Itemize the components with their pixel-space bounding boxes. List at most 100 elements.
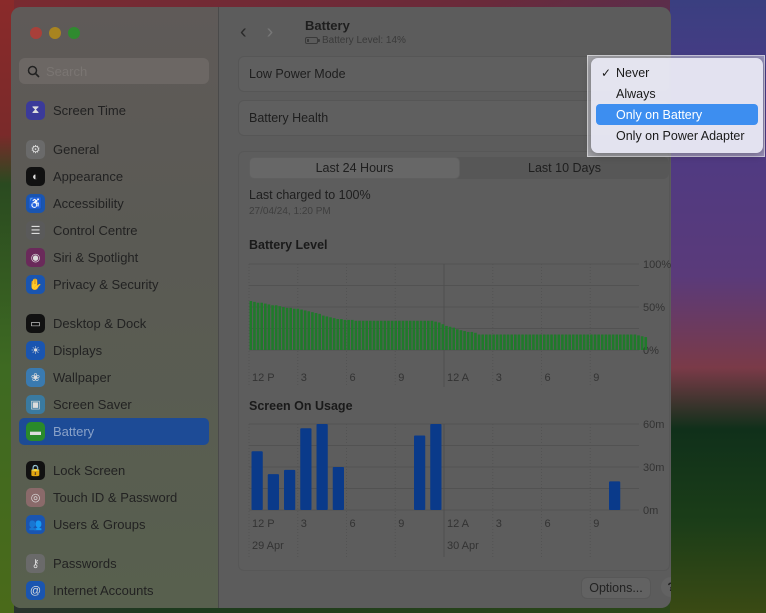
- sidebar-item-touch-id-password[interactable]: ◎ Touch ID & Password: [19, 484, 209, 511]
- sidebar-item-appearance[interactable]: ◐ Appearance: [19, 163, 209, 190]
- bar: [365, 320, 369, 350]
- sidebar-item-passwords[interactable]: ⚷ Passwords: [19, 550, 209, 577]
- bar: [456, 329, 459, 350]
- bar: [564, 334, 568, 350]
- sidebar-item-label: Screen Time: [53, 103, 126, 118]
- bar: [347, 319, 350, 350]
- sidebar-item-wallpaper[interactable]: ❀ Wallpaper: [19, 364, 209, 391]
- sidebar-item-accessibility[interactable]: ♿ Accessibility: [19, 190, 209, 217]
- time-range-segmented-control: Last 24 Hours Last 10 Days: [249, 157, 669, 179]
- sidebar-item-control-centre[interactable]: ☰ Control Centre: [19, 217, 209, 244]
- bar: [256, 302, 260, 350]
- search-input[interactable]: [46, 63, 196, 79]
- bar: [452, 327, 456, 350]
- battery-level-chart: 12 P 3 6 9 12 A 3 6 9100%50%0%: [248, 259, 671, 387]
- zoom-button[interactable]: [68, 27, 80, 39]
- bar: [629, 334, 633, 350]
- options-button[interactable]: Options...: [581, 577, 651, 599]
- bar: [249, 300, 253, 350]
- sidebar-item-label: Internet Accounts: [53, 583, 154, 598]
- bar: [441, 324, 445, 350]
- screen-on-usage-chart: 12 P 3 6 9 12 A 3 6 9 60m 30m 0m 29 Apr 30 Apr: [248, 419, 664, 557]
- minimize-button[interactable]: [49, 27, 61, 39]
- sidebar-item-siri-spotlight[interactable]: ◉ Siri & Spotlight: [19, 244, 209, 271]
- bar: [437, 322, 441, 350]
- bar: [553, 334, 557, 350]
- bar: [466, 331, 470, 350]
- bar: [278, 306, 282, 350]
- menu-item-label: Never: [616, 65, 650, 80]
- bar: [477, 334, 481, 350]
- bar: [358, 320, 361, 350]
- sidebar-item-desktop-dock[interactable]: ▭ Desktop & Dock: [19, 310, 209, 337]
- hand-icon: ✋: [26, 275, 45, 294]
- date-label: 30 Apr: [447, 540, 479, 552]
- window-controls: [30, 27, 80, 39]
- bar: [485, 334, 488, 350]
- sidebar-item-lock-screen[interactable]: 🔒 Lock Screen: [19, 457, 209, 484]
- sidebar-item-label: Appearance: [53, 169, 124, 184]
- sidebar-item-general[interactable]: ⚙ General: [19, 136, 209, 163]
- bar: [274, 305, 278, 350]
- bar: [267, 474, 279, 510]
- menu-item-never[interactable]: ✓ Never: [596, 62, 758, 83]
- bar: [604, 334, 608, 350]
- bar: [524, 334, 528, 350]
- tab-last-10-days[interactable]: Last 10 Days: [460, 157, 669, 179]
- bar: [481, 334, 485, 350]
- menu-item-only-on-power-adapter[interactable]: Only on Power Adapter: [596, 125, 758, 146]
- bar: [644, 337, 648, 350]
- date-label: 29 Apr: [252, 540, 284, 552]
- bar: [300, 309, 303, 350]
- bar: [423, 320, 427, 350]
- tab-last-24-hours[interactable]: Last 24 Hours: [249, 157, 460, 179]
- screensaver-icon: ▣: [26, 395, 45, 414]
- bar: [311, 312, 314, 350]
- bar: [369, 320, 372, 350]
- bar: [316, 424, 328, 510]
- bar: [412, 320, 416, 350]
- bar: [495, 334, 499, 350]
- bar: [303, 310, 307, 350]
- sidebar-item-screen-time[interactable]: ⧗ Screen Time: [19, 97, 209, 124]
- checkmark-icon: ✓: [601, 65, 612, 80]
- sidebar-item-label: Displays: [53, 343, 103, 358]
- close-button[interactable]: [30, 27, 42, 39]
- bar: [590, 334, 593, 350]
- menu-item-always[interactable]: Always: [596, 83, 758, 104]
- bar: [408, 320, 412, 350]
- bar: [463, 331, 466, 350]
- sidebar-item-displays[interactable]: ☀ Displays: [19, 337, 209, 364]
- x-tick-label: 3: [496, 372, 502, 384]
- bar: [488, 334, 492, 350]
- bar: [251, 451, 263, 510]
- bar: [284, 469, 296, 510]
- bar: [474, 332, 477, 350]
- bar: [513, 334, 517, 350]
- menu-item-label: Only on Battery: [616, 107, 703, 122]
- sidebar-item-label: Touch ID & Password: [53, 490, 178, 505]
- sidebar-item-users-groups[interactable]: 👥 Users & Groups: [19, 511, 209, 538]
- last-charged-date: 27/04/24, 1:20 PM: [249, 206, 331, 217]
- forward-chevron-icon[interactable]: ›: [267, 21, 274, 44]
- bar: [575, 334, 579, 350]
- bar: [394, 320, 398, 350]
- search-field[interactable]: [19, 58, 209, 84]
- bar: [579, 334, 582, 350]
- usage-panel: Last 24 Hours Last 10 Days Last charged …: [238, 151, 671, 571]
- sidebar-item-screen-saver[interactable]: ▣ Screen Saver: [19, 391, 209, 418]
- sidebar-item-internet-accounts[interactable]: @ Internet Accounts: [19, 577, 209, 604]
- sidebar-item-battery[interactable]: ▬ Battery: [19, 418, 209, 445]
- bar: [379, 320, 383, 350]
- sidebar-group-separator: [19, 445, 209, 457]
- back-chevron-icon[interactable]: ‹: [240, 21, 247, 44]
- bar: [332, 467, 344, 510]
- sidebar-item-privacy-security[interactable]: ✋ Privacy & Security: [19, 271, 209, 298]
- sidebar-item-label: Accessibility: [53, 196, 124, 211]
- bar: [340, 319, 343, 350]
- hourglass-icon: ⧗: [26, 101, 45, 120]
- bar: [329, 317, 332, 350]
- bar: [336, 319, 340, 350]
- bar: [419, 320, 423, 350]
- menu-item-only-on-battery[interactable]: Only on Battery: [596, 104, 758, 125]
